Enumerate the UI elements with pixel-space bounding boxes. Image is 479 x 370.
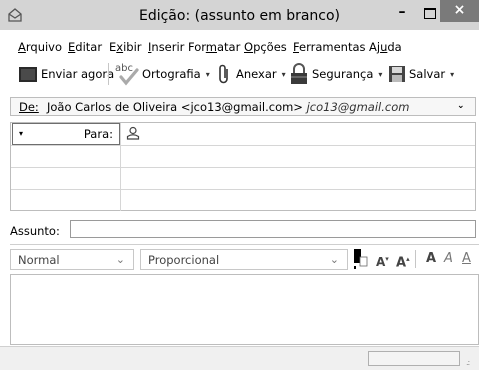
recipient-row: ▾ Para:	[11, 123, 475, 146]
maximize-button[interactable]	[418, 0, 440, 26]
contact-icon	[126, 126, 140, 140]
minimize-button[interactable]: –	[386, 0, 418, 26]
save-button[interactable]: Salvar ▾	[388, 60, 454, 88]
recipient-row[interactable]	[11, 189, 475, 211]
from-label: De:	[19, 100, 39, 114]
send-icon	[19, 67, 37, 82]
decrease-font-size-label: A	[376, 255, 386, 269]
increase-font-size-button[interactable]: A▴	[396, 248, 410, 270]
security-label: Segurança	[312, 67, 374, 81]
column-divider	[120, 145, 121, 167]
font-value: Proporcional	[148, 253, 220, 267]
title-bar: Edição: (assunto em branco) – ×	[0, 0, 479, 30]
spellcheck-icon: abc	[115, 63, 139, 86]
recipient-grid: ▾ Para:	[10, 122, 476, 211]
security-dropdown-icon[interactable]: ▾	[378, 70, 382, 79]
bold-button[interactable]: A	[426, 248, 436, 270]
column-divider	[120, 123, 121, 145]
toolbar: Enviar agora abc Ortografia ▾ Anexar ▾ S…	[0, 60, 479, 88]
from-selector[interactable]: De: João Carlos de Oliveira <jco13@gmail…	[10, 97, 476, 116]
italic-button[interactable]: A	[444, 248, 453, 270]
spelling-dropdown-icon[interactable]: ▾	[206, 70, 210, 79]
underline-button[interactable]: A	[462, 248, 471, 270]
from-name-address: João Carlos de Oliveira <jco13@gmail.com…	[47, 100, 303, 114]
padlock-icon	[291, 63, 307, 84]
floppy-disk-icon	[389, 66, 405, 82]
chevron-down-icon[interactable]: ⌄	[457, 101, 465, 111]
subject-label: Assunto:	[10, 224, 60, 238]
recipient-type-label: Para:	[83, 127, 113, 141]
recipient-row[interactable]	[11, 145, 475, 168]
paragraph-format-value: Normal	[18, 253, 60, 267]
toolbar-separator	[415, 250, 416, 268]
menu-opcoes[interactable]: Opções	[244, 40, 287, 54]
attach-dropdown-icon[interactable]: ▾	[282, 70, 286, 79]
chevron-down-icon: ⌄	[329, 253, 339, 266]
text-color-icon[interactable]	[353, 248, 369, 270]
message-body-editor[interactable]	[10, 274, 479, 345]
progress-indicator	[368, 351, 460, 366]
formatting-toolbar: Normal ⌄ Proporcional ⌄ A▾ A▴ A A A	[10, 244, 479, 270]
send-now-label: Enviar agora	[41, 67, 115, 81]
increase-font-size-label: A	[396, 255, 407, 271]
dropdown-arrow-icon: ▾	[19, 129, 24, 138]
column-divider	[120, 167, 121, 189]
menu-editar[interactable]: Editar	[68, 40, 102, 54]
menu-ajuda[interactable]: Ajuda	[369, 40, 402, 54]
font-select[interactable]: Proporcional ⌄	[140, 249, 348, 270]
spelling-label: Ortografia	[142, 67, 201, 81]
recipient-type-select[interactable]: ▾ Para:	[12, 123, 120, 145]
toolbar-separator	[108, 63, 109, 85]
close-button[interactable]: ×	[440, 0, 479, 22]
decrease-font-size-button[interactable]: A▾	[376, 248, 389, 270]
menu-bar: Arquivo Editar Exibir Inserir Formatar O…	[0, 40, 479, 56]
recipient-row[interactable]	[11, 167, 475, 190]
maximize-icon	[424, 8, 436, 19]
save-label: Salvar	[409, 67, 446, 81]
save-dropdown-icon[interactable]: ▾	[450, 70, 454, 79]
chevron-down-icon: ⌄	[115, 253, 125, 266]
from-identity: João Carlos de Oliveira <jco13@gmail.com…	[47, 100, 409, 114]
paperclip-icon	[219, 64, 228, 84]
attach-button[interactable]: Anexar ▾	[216, 60, 286, 88]
from-account: jco13@gmail.com	[306, 100, 410, 114]
resize-grip-icon[interactable]: .:	[466, 358, 470, 367]
menu-formatar[interactable]: Formatar	[188, 40, 240, 54]
subject-input[interactable]	[70, 220, 476, 238]
menu-ferramentas[interactable]: Ferramentas	[293, 40, 366, 54]
attach-label: Anexar	[236, 67, 277, 81]
column-divider	[120, 189, 121, 211]
paragraph-format-select[interactable]: Normal ⌄	[10, 249, 134, 270]
send-now-button[interactable]: Enviar agora	[18, 60, 114, 88]
spelling-button[interactable]: abc Ortografia ▾	[114, 60, 210, 88]
svg-text:abc: abc	[115, 63, 133, 74]
menu-arquivo[interactable]: Arquivo	[18, 40, 62, 54]
security-button[interactable]: Segurança ▾	[289, 60, 382, 88]
menu-inserir[interactable]: Inserir	[148, 40, 184, 54]
menu-exibir[interactable]: Exibir	[109, 40, 142, 54]
status-bar: .:	[0, 346, 479, 370]
